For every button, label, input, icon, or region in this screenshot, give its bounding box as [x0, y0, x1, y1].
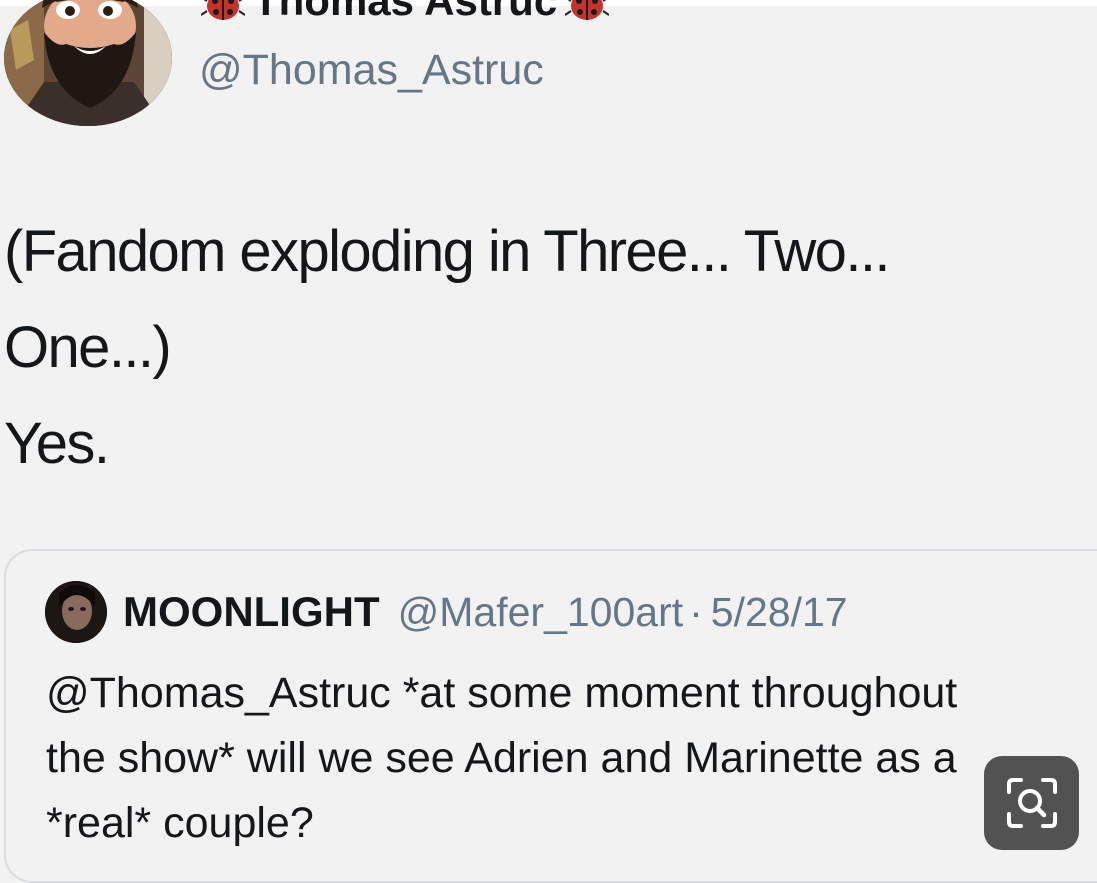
quoted-tweet-body: @Thomas_Astruc *at some moment throughou…: [46, 661, 957, 856]
quoted-author-avatar[interactable]: [45, 581, 107, 643]
quoted-tweet-card[interactable]: MOONLIGHT @Mafer_100art · 5/28/17 @Thoma…: [4, 549, 1097, 883]
quoted-tweet-header: MOONLIGHT @Mafer_100art · 5/28/17: [45, 581, 848, 643]
author-avatar[interactable]: [4, 0, 172, 126]
user-avatar-icon: [45, 581, 107, 643]
separator-dot: ·: [689, 588, 703, 635]
author-handle[interactable]: @Thomas_Astruc: [199, 46, 544, 95]
tweet-text-line: Yes.: [4, 411, 110, 476]
tweet-text-line: (Fandom exploding in Three... Two...: [4, 219, 890, 284]
tweet-body: (Fandom exploding in Three... Two... One…: [4, 204, 1094, 492]
quoted-text-line: @Thomas_Astruc *at some moment throughou…: [46, 669, 958, 717]
author-display-name[interactable]: Thomas Astruc: [253, 0, 557, 25]
tweet-text-line: One...): [4, 315, 172, 380]
bearded-man-avatar-icon: [4, 0, 172, 126]
author-display-name-row: Thomas Astruc: [201, 0, 610, 25]
quoted-text-line: *real* couple?: [46, 799, 314, 847]
visual-search-button[interactable]: [984, 756, 1079, 850]
quoted-tweet-date[interactable]: 5/28/17: [711, 589, 848, 636]
visual-search-icon: [1006, 778, 1057, 828]
quoted-author-name[interactable]: MOONLIGHT: [123, 588, 380, 636]
ladybug-right-icon: [565, 0, 610, 20]
quoted-text-line: the show* will we see Adrien and Marinet…: [46, 734, 957, 782]
ladybug-left-icon: [201, 0, 245, 20]
quoted-author-handle[interactable]: @Mafer_100art: [398, 589, 683, 636]
